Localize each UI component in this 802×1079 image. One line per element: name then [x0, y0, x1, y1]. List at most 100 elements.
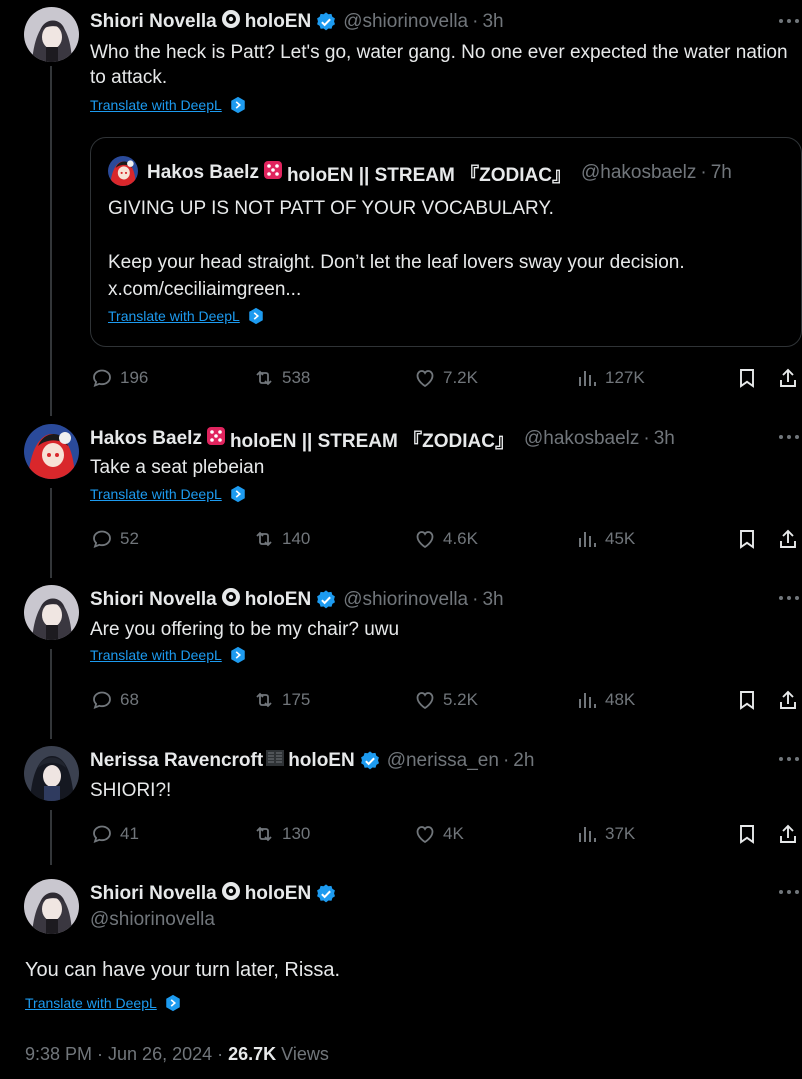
- more-icon[interactable]: [778, 18, 800, 24]
- repost-icon: [252, 688, 276, 712]
- translate-link[interactable]: Translate with DeepL: [90, 96, 247, 114]
- avatar[interactable]: [24, 879, 79, 934]
- repost-button[interactable]: 538: [252, 366, 310, 390]
- tweet-time[interactable]: 3h: [482, 589, 503, 611]
- bookmark-button[interactable]: [735, 822, 765, 846]
- quote-text-line1: GIVING UP IS NOT PATT OF YOUR VOCABULARY…: [108, 198, 554, 219]
- separator-dot: ·: [643, 428, 650, 449]
- repost-button[interactable]: 175: [252, 688, 310, 712]
- author-name[interactable]: Hakos Baelz: [90, 428, 202, 450]
- like-icon: [413, 688, 437, 712]
- tweet-time[interactable]: 3h: [482, 11, 503, 33]
- avatar[interactable]: [24, 424, 79, 479]
- tweet-text: Take a seat plebeian: [90, 457, 265, 478]
- author-affiliation[interactable]: holoEN || STREAM 『ZODIAC』: [230, 426, 514, 453]
- views-button[interactable]: 127K: [575, 366, 645, 390]
- reply-icon: [90, 822, 114, 846]
- reply-button[interactable]: 52: [90, 527, 139, 551]
- bookmark-button[interactable]: [735, 366, 765, 390]
- like-count: 5.2K: [443, 690, 478, 709]
- reply-icon: [90, 688, 114, 712]
- author-affiliation[interactable]: holoEN: [288, 750, 355, 772]
- author-affiliation: holoEN || STREAM 『ZODIAC』: [286, 164, 571, 186]
- tweet-text: SHIORI?!: [90, 780, 172, 801]
- share-button[interactable]: [776, 688, 802, 712]
- quote-link[interactable]: x.com/ceciliaimgreen...: [108, 277, 301, 302]
- translate-label: Translate with DeepL: [90, 647, 222, 663]
- deepl-icon: [229, 646, 247, 664]
- author-name[interactable]: Shiori Novella: [90, 883, 217, 905]
- thread-line: [50, 488, 52, 578]
- quoted-tweet[interactable]: Hakos Baelz holoEN || STREAM 『ZODIAC』 @h…: [90, 137, 802, 347]
- views-button[interactable]: 45K: [575, 527, 635, 551]
- views-label: Views: [276, 1044, 329, 1064]
- reply-count: 196: [120, 368, 149, 387]
- translate-link[interactable]: Translate with DeepL: [25, 994, 182, 1012]
- reply-count: 41: [120, 824, 139, 843]
- eye-icon: [220, 586, 242, 614]
- tweet-time[interactable]: 3h: [654, 428, 675, 450]
- avatar[interactable]: [24, 746, 79, 801]
- share-button[interactable]: [776, 527, 802, 551]
- reply-button[interactable]: 196: [90, 366, 148, 390]
- reply-count: 68: [120, 690, 139, 709]
- share-button[interactable]: [776, 366, 802, 390]
- reply-icon: [90, 366, 114, 390]
- more-icon[interactable]: [778, 434, 800, 440]
- reply-button[interactable]: 68: [90, 688, 139, 712]
- translate-label: Translate with DeepL: [25, 995, 157, 1011]
- author-handle[interactable]: @nerissa_en: [387, 750, 499, 772]
- action-bar: 68 175 5.2K 48K: [90, 686, 802, 716]
- translate-link[interactable]: Translate with DeepL: [108, 307, 265, 325]
- like-icon: [413, 822, 437, 846]
- bookmark-button[interactable]: [735, 688, 765, 712]
- reply-button[interactable]: 41: [90, 822, 139, 846]
- more-icon[interactable]: [778, 889, 800, 895]
- like-count: 4K: [443, 824, 464, 843]
- like-button[interactable]: 7.2K: [413, 366, 478, 390]
- author-handle[interactable]: @hakosbaelz: [524, 428, 639, 450]
- translate-link[interactable]: Translate with DeepL: [90, 485, 247, 503]
- author-affiliation[interactable]: holoEN: [245, 883, 312, 905]
- views-count: 26.7K: [228, 1044, 277, 1064]
- tweet-time[interactable]: 2h: [513, 750, 534, 772]
- author-name[interactable]: Nerissa Ravencroft: [90, 750, 263, 772]
- views-button[interactable]: 37K: [575, 822, 635, 846]
- avatar[interactable]: [24, 7, 79, 62]
- action-bar: 41 130 4K 37K: [90, 820, 802, 850]
- translate-link[interactable]: Translate with DeepL: [90, 646, 247, 664]
- views-button[interactable]: 48K: [575, 688, 635, 712]
- author-name[interactable]: Shiori Novella: [90, 11, 217, 33]
- like-button[interactable]: 4K: [413, 822, 464, 846]
- more-icon[interactable]: [778, 595, 800, 601]
- views-icon: [575, 366, 599, 390]
- tweet-text: Who the heck is Patt? Let's go, water ga…: [90, 42, 788, 88]
- author-handle[interactable]: @shiorinovella: [343, 589, 468, 611]
- quote-header: Hakos Baelz holoEN || STREAM 『ZODIAC』 @h…: [147, 159, 732, 187]
- bookmark-button[interactable]: [735, 527, 765, 551]
- author-name[interactable]: Shiori Novella: [90, 589, 217, 611]
- separator-dot: ·: [472, 589, 479, 610]
- repost-button[interactable]: 130: [252, 822, 310, 846]
- like-button[interactable]: 4.6K: [413, 527, 478, 551]
- handle-row: @shiorinovella: [90, 909, 215, 931]
- author-handle[interactable]: @shiorinovella: [90, 909, 215, 931]
- author-affiliation[interactable]: holoEN: [245, 11, 312, 33]
- share-icon: [776, 822, 800, 846]
- translate-label: Translate with DeepL: [90, 97, 222, 113]
- author-name: Hakos Baelz: [147, 162, 259, 183]
- views-count: 48K: [605, 690, 636, 709]
- like-button[interactable]: 5.2K: [413, 688, 478, 712]
- repost-button[interactable]: 140: [252, 527, 310, 551]
- tweet-timestamp[interactable]: 9:38 PM · Jun 26, 2024 ·: [25, 1044, 228, 1064]
- repost-count: 538: [282, 368, 311, 387]
- deepl-icon: [247, 307, 265, 325]
- dice-icon: [262, 159, 284, 187]
- thread-line: [50, 810, 52, 865]
- share-button[interactable]: [776, 822, 802, 846]
- author-affiliation[interactable]: holoEN: [245, 589, 312, 611]
- avatar[interactable]: [24, 585, 79, 640]
- more-icon[interactable]: [778, 756, 800, 762]
- verified-icon: [315, 883, 337, 905]
- author-handle[interactable]: @shiorinovella: [343, 11, 468, 33]
